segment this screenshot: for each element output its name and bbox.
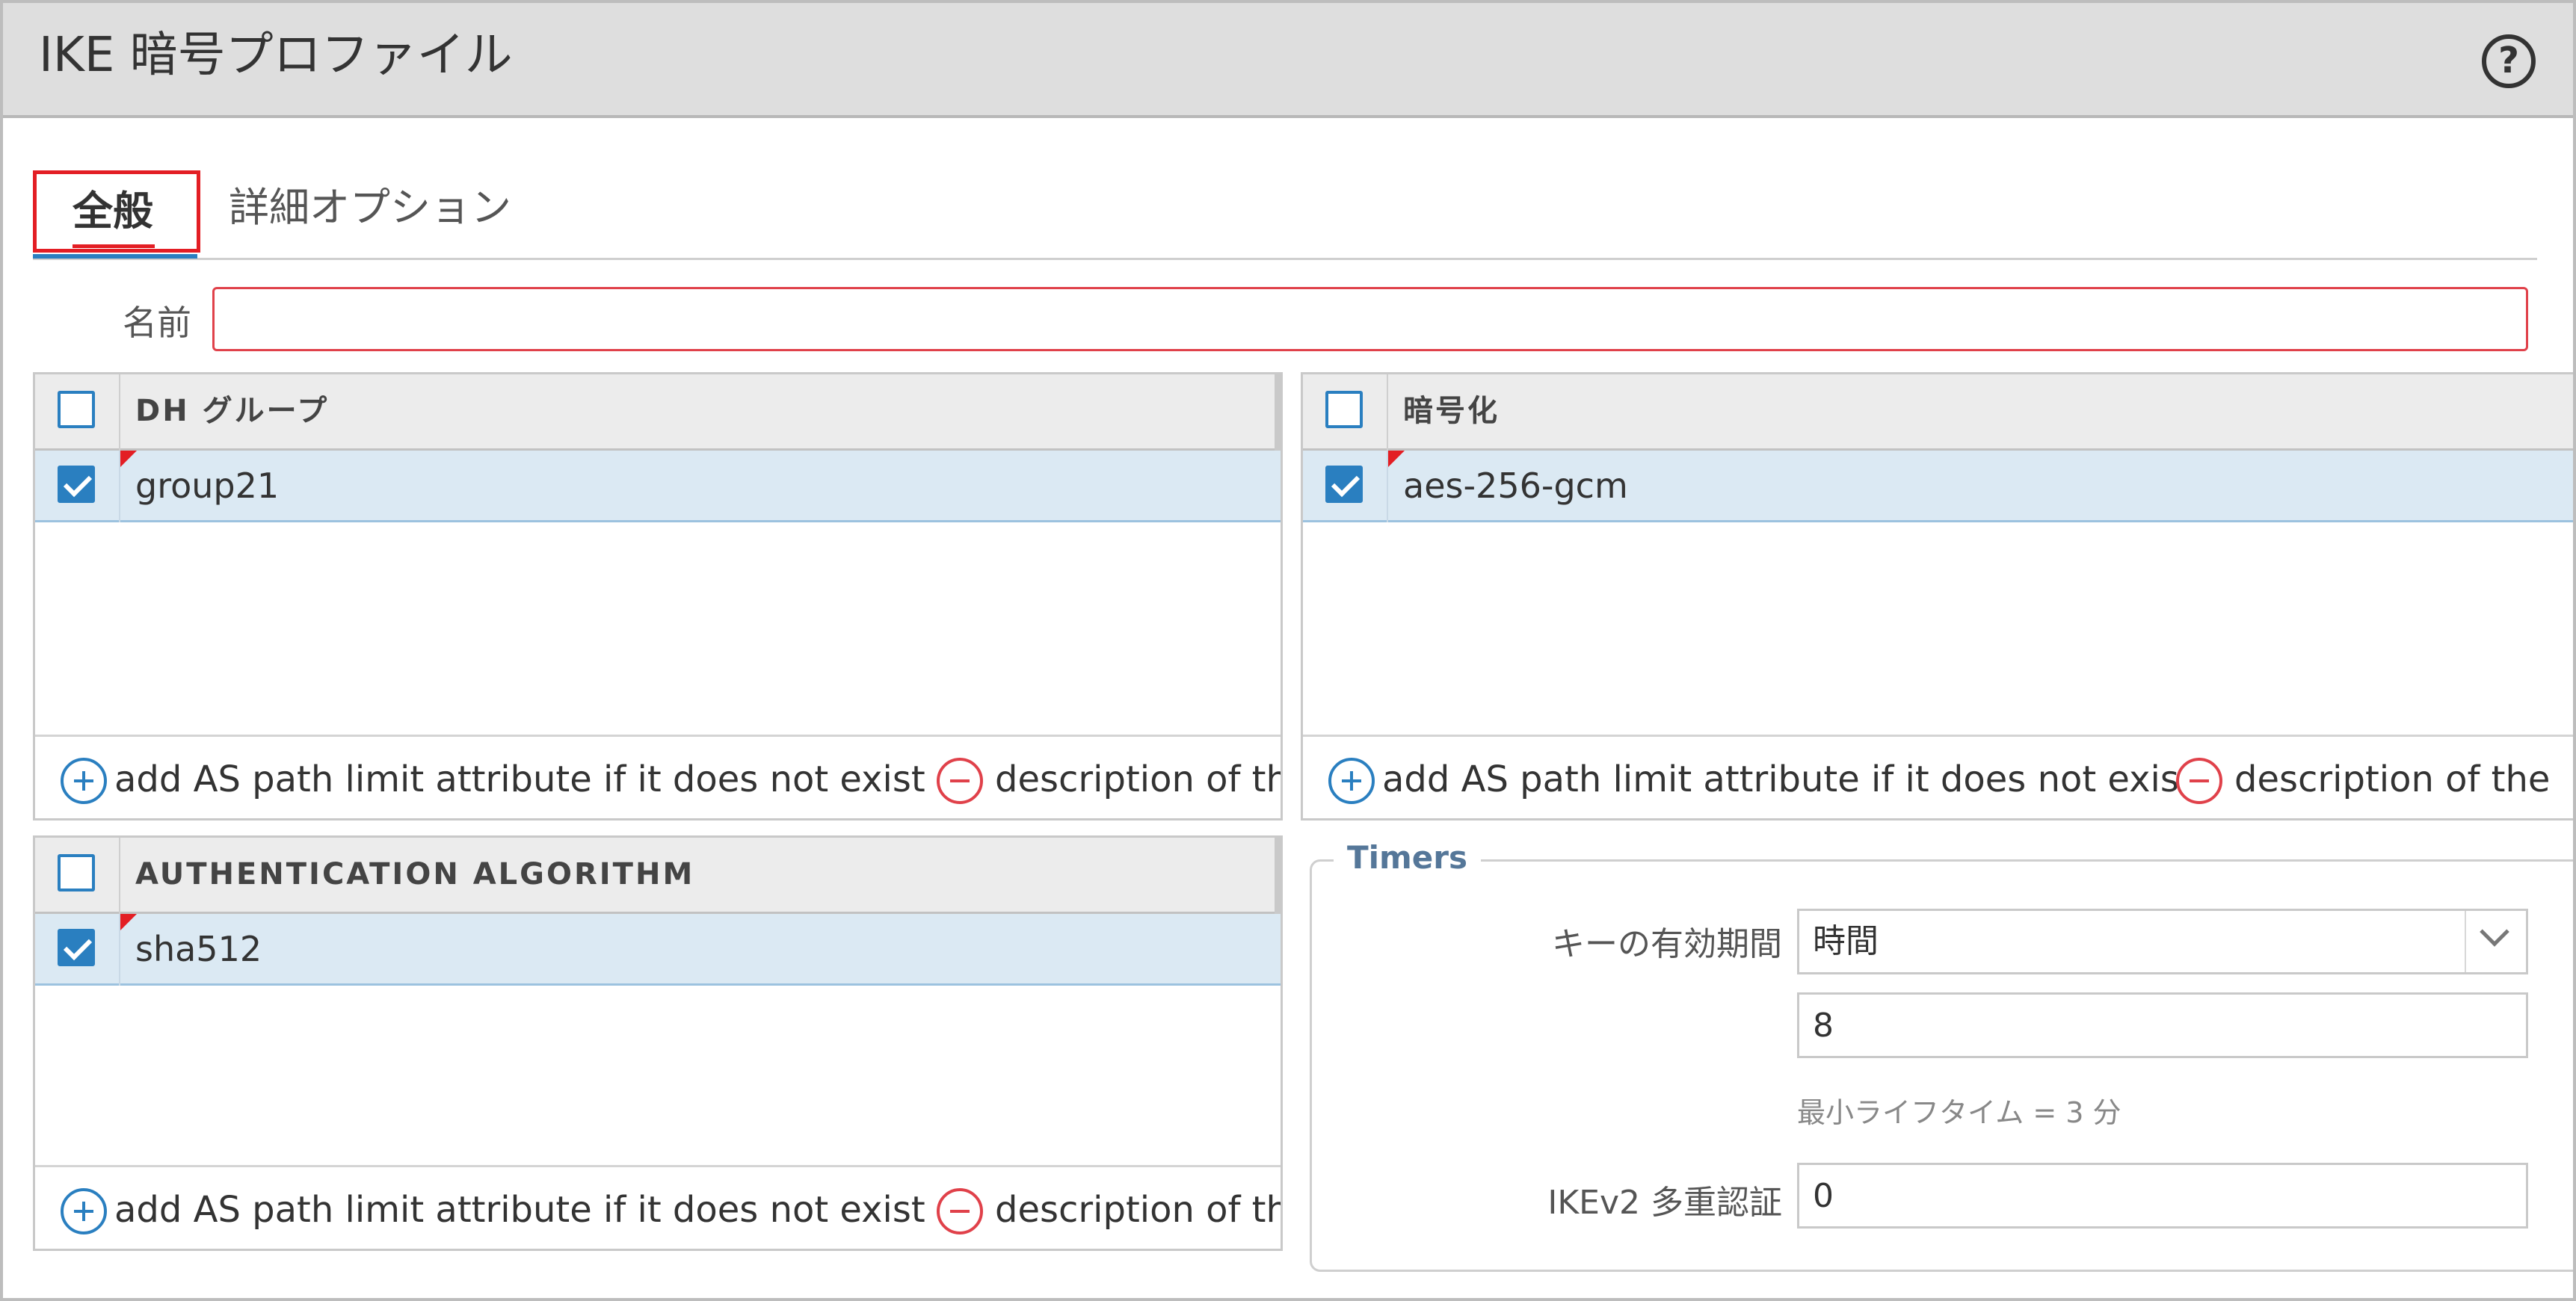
header-separator xyxy=(1387,374,1388,451)
name-input[interactable] xyxy=(212,287,2528,351)
dh-group-grid: DH グループ group21 add AS path limit attrib… xyxy=(33,372,1283,821)
ikev2-auth-label: IKEv2 多重認証 xyxy=(1547,1184,1782,1222)
header-edge xyxy=(1275,374,1281,451)
authentication-select-all-checkbox[interactable] xyxy=(58,854,95,891)
encryption-value: aes-256-gcm xyxy=(1403,466,1628,506)
add-button[interactable]: add AS path limit attribute if it does n… xyxy=(114,756,925,803)
tab-general[interactable]: 全般 xyxy=(33,170,200,253)
dh-group-column-header: DH グループ xyxy=(135,394,330,428)
delete-button[interactable]: description of the g xyxy=(995,1187,1281,1233)
key-lifetime-input[interactable] xyxy=(1797,992,2528,1058)
modified-marker-icon xyxy=(120,914,137,930)
delete-icon[interactable] xyxy=(937,758,983,804)
help-icon[interactable]: ? xyxy=(2482,34,2536,88)
min-lifetime-hint: 最小ライフタイム = 3 分 xyxy=(1797,1096,2121,1129)
header-separator xyxy=(119,838,120,914)
add-icon[interactable] xyxy=(61,758,107,804)
chevron-down-icon[interactable] xyxy=(2480,917,2509,947)
row-checkbox[interactable] xyxy=(1325,466,1363,503)
dialog-titlebar: IKE 暗号プロファイル ? xyxy=(3,3,2573,118)
encryption-select-all-checkbox[interactable] xyxy=(1325,391,1363,428)
dh-group-value: group21 xyxy=(135,466,280,506)
authentication-header: AUTHENTICATION ALGORITHM xyxy=(35,838,1281,914)
add-icon[interactable] xyxy=(1328,758,1375,804)
dh-group-select-all-checkbox[interactable] xyxy=(58,391,95,428)
modified-marker-icon xyxy=(120,451,137,467)
dh-group-header: DH グループ xyxy=(35,374,1281,451)
header-separator xyxy=(119,374,120,451)
delete-button[interactable]: description of the xyxy=(2234,756,2550,803)
add-icon[interactable] xyxy=(61,1188,107,1234)
encryption-column-header: 暗号化 xyxy=(1403,394,1500,428)
add-button[interactable]: add AS path limit attribute if it does n… xyxy=(114,1187,925,1233)
authentication-value: sha512 xyxy=(135,929,262,969)
table-row[interactable]: sha512 xyxy=(35,914,1281,986)
tab-advanced-options[interactable]: 詳細オプション xyxy=(229,184,511,232)
dialog-title: IKE 暗号プロファイル xyxy=(39,28,513,83)
dh-group-footer: add AS path limit attribute if it does n… xyxy=(35,735,1281,818)
key-lifetime-label: キーの有効期間 xyxy=(1552,925,1782,963)
timers-legend: Timers xyxy=(1334,837,1482,879)
select-separator xyxy=(2465,911,2466,972)
authentication-footer: add AS path limit attribute if it does n… xyxy=(35,1165,1281,1249)
ikev2-auth-input[interactable] xyxy=(1797,1163,2528,1229)
modified-marker-icon xyxy=(1388,451,1405,467)
tab-bar: 全般 詳細オプション xyxy=(33,160,2537,260)
authentication-column-header: AUTHENTICATION ALGORITHM xyxy=(135,857,695,891)
header-edge xyxy=(1275,838,1281,914)
delete-button[interactable]: description of the g xyxy=(995,756,1281,803)
authentication-grid: AUTHENTICATION ALGORITHM sha512 add AS p… xyxy=(33,835,1283,1251)
delete-icon[interactable] xyxy=(2176,758,2222,804)
encryption-header: 暗号化 xyxy=(1303,374,2573,451)
table-row[interactable]: aes-256-gcm xyxy=(1303,451,2573,522)
tab-general-label: 全般 xyxy=(73,188,153,235)
name-label: 名前 xyxy=(123,303,191,343)
row-checkbox[interactable] xyxy=(58,466,95,503)
ike-crypto-profile-dialog: IKE 暗号プロファイル ? 全般 詳細オプション 名前 DH グループ gro… xyxy=(0,0,2576,1301)
delete-icon[interactable] xyxy=(937,1188,983,1234)
add-button[interactable]: add AS path limit attribute if it does n… xyxy=(1382,756,2193,803)
table-row[interactable]: group21 xyxy=(35,451,1281,522)
encryption-grid: 暗号化 aes-256-gcm add AS path limit attrib… xyxy=(1301,372,2573,821)
tab-general-underline xyxy=(73,244,155,248)
row-checkbox[interactable] xyxy=(58,929,95,966)
encryption-footer: add AS path limit attribute if it does n… xyxy=(1303,735,2573,818)
active-tab-indicator xyxy=(33,254,197,259)
key-lifetime-unit-select[interactable]: 時間 xyxy=(1797,909,2528,974)
key-lifetime-unit-value: 時間 xyxy=(1813,922,1879,960)
